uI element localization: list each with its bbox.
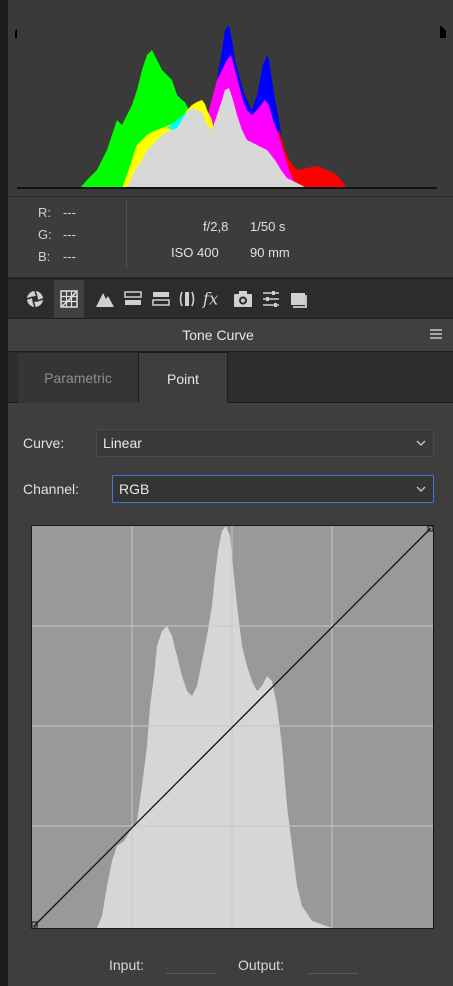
output-field[interactable] — [308, 973, 358, 974]
curve-preset-value: Linear — [103, 435, 142, 451]
fx-icon: fx — [202, 290, 219, 309]
lens-corrections-icon — [179, 291, 195, 307]
curve-label: Curve: — [23, 435, 65, 451]
focal-length-value: 90 mm — [250, 245, 290, 260]
tab-point[interactable]: Point — [138, 352, 228, 404]
output-label: Output: — [238, 957, 284, 973]
svg-text:fx: fx — [202, 290, 219, 309]
tab-hsl[interactable] — [122, 288, 144, 310]
channel-select[interactable]: RGB — [112, 475, 434, 503]
camera-raw-panel: R: --- G: --- B: --- f/2,8 1/50 s ISO 40… — [0, 0, 453, 986]
camera-calibration-icon — [234, 291, 252, 307]
tab-lens-corrections[interactable] — [176, 288, 198, 310]
channel-value: RGB — [119, 481, 150, 497]
r-value: --- — [63, 205, 76, 220]
detail-triangle-icon — [96, 293, 114, 307]
b-label: B: — [38, 249, 51, 264]
tab-tone-curve[interactable] — [54, 280, 84, 318]
info-divider — [126, 201, 127, 269]
input-output-readout: Input: Output: — [8, 945, 453, 986]
top-strip — [8, 0, 453, 12]
curve-mode-tabs: Parametric Point — [8, 352, 453, 404]
presets-sliders-icon — [263, 291, 279, 307]
g-value: --- — [63, 227, 76, 242]
b-value: --- — [63, 249, 76, 264]
panel-tab-bar: fx — [8, 278, 453, 319]
aperture-icon — [26, 290, 44, 308]
tab-effects[interactable]: fx — [202, 288, 224, 310]
snapshots-icon — [291, 293, 307, 308]
panel-header: Tone Curve — [8, 318, 453, 352]
shutter-speed-value: 1/50 s — [250, 219, 286, 234]
r-label: R: — [38, 205, 51, 220]
tab-snapshots[interactable] — [288, 288, 310, 310]
tone-curve-grid-icon — [60, 290, 78, 308]
chevron-down-icon — [416, 486, 426, 493]
tab-camera-calibration[interactable] — [232, 288, 254, 310]
tab-parametric[interactable]: Parametric — [18, 352, 138, 403]
histogram-chart — [17, 20, 440, 196]
g-label: G: — [38, 227, 52, 242]
curve-preset-select[interactable]: Linear — [96, 429, 434, 457]
aperture-value: f/2,8 — [203, 219, 229, 234]
curve-graph[interactable] — [32, 526, 433, 928]
tab-basic[interactable] — [24, 288, 46, 310]
tone-curve-editor[interactable] — [31, 525, 434, 929]
tab-presets[interactable] — [260, 288, 282, 310]
window-edge — [0, 0, 8, 986]
tab-detail[interactable] — [94, 288, 116, 310]
image-info: R: --- G: --- B: --- f/2,8 1/50 s ISO 40… — [8, 196, 453, 277]
input-field[interactable] — [166, 973, 216, 974]
chevron-down-icon — [416, 440, 426, 447]
hsl-icon — [124, 291, 142, 305]
panel-menu-icon[interactable] — [429, 328, 443, 340]
iso-value: ISO 400 — [171, 245, 219, 260]
panel-title: Tone Curve — [182, 327, 254, 343]
split-toning-icon — [152, 292, 170, 306]
tab-split-toning[interactable] — [150, 288, 172, 310]
input-label: Input: — [109, 957, 145, 973]
channel-label: Channel: — [23, 481, 80, 497]
